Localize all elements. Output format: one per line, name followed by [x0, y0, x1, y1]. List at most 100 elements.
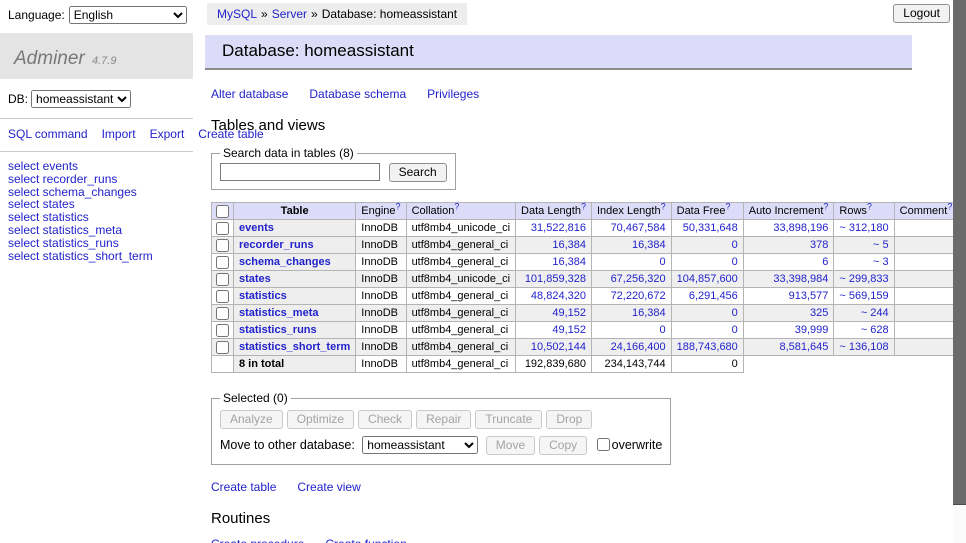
- select-statistics-meta-link[interactable]: select statistics_meta: [8, 224, 193, 237]
- statistics_runs-checkbox[interactable]: [216, 324, 229, 337]
- statistics-auto-increment-link[interactable]: 913,577: [789, 290, 829, 302]
- statistics_short_term-rows-link[interactable]: ~ 136,108: [839, 341, 888, 353]
- states-data-free-link[interactable]: 104,857,600: [677, 273, 738, 285]
- recorder_runs-table-link[interactable]: recorder_runs: [239, 239, 314, 251]
- events-index-length-link[interactable]: 70,467,584: [611, 222, 666, 234]
- statistics_meta-auto-increment-link[interactable]: 325: [810, 307, 828, 319]
- recorder_runs-auto-increment-link[interactable]: 378: [810, 239, 828, 251]
- select-all-checkbox[interactable]: [216, 205, 229, 218]
- search-input[interactable]: [220, 163, 380, 181]
- schema_changes-index-length-link[interactable]: 0: [660, 256, 666, 268]
- recorder_runs-rows-link[interactable]: ~ 5: [873, 239, 889, 251]
- statistics_meta-checkbox[interactable]: [216, 307, 229, 320]
- schema_changes-table-link[interactable]: schema_changes: [239, 256, 331, 268]
- truncate-button[interactable]: Truncate: [475, 410, 542, 429]
- statistics-checkbox[interactable]: [216, 290, 229, 303]
- schema_changes-data-free-link[interactable]: 0: [732, 256, 738, 268]
- statistics_meta-index-length-link[interactable]: 16,384: [632, 307, 666, 319]
- analyze-button[interactable]: Analyze: [220, 410, 283, 429]
- database-schema-link[interactable]: Database schema: [309, 87, 406, 101]
- privileges-link[interactable]: Privileges: [427, 87, 479, 101]
- events-rows-link[interactable]: ~ 312,180: [839, 222, 888, 234]
- copy-button[interactable]: Copy: [539, 436, 587, 455]
- schema_changes-checkbox[interactable]: [216, 256, 229, 269]
- data-length-help-link[interactable]: ?: [581, 201, 586, 211]
- adminer-version[interactable]: 4.7.9: [92, 55, 116, 67]
- overwrite-checkbox[interactable]: [597, 438, 610, 451]
- states-checkbox[interactable]: [216, 273, 229, 286]
- create-procedure-link[interactable]: Create procedure: [211, 537, 304, 543]
- optimize-button[interactable]: Optimize: [287, 410, 354, 429]
- states-rows-link[interactable]: ~ 299,833: [839, 273, 888, 285]
- statistics_runs-rows-link[interactable]: ~ 628: [861, 324, 889, 336]
- create-function-link[interactable]: Create function: [325, 537, 406, 543]
- comment-help-link[interactable]: ?: [947, 201, 952, 211]
- vertical-scrollbar[interactable]: [953, 0, 966, 543]
- check-button[interactable]: Check: [358, 410, 412, 429]
- statistics-table-link[interactable]: statistics: [239, 290, 287, 302]
- schema_changes-auto-increment-link[interactable]: 6: [822, 256, 828, 268]
- events-checkbox[interactable]: [216, 222, 229, 235]
- events-table-link[interactable]: events: [239, 222, 274, 234]
- alter-database-link[interactable]: Alter database: [211, 87, 288, 101]
- statistics_runs-data-free-link[interactable]: 0: [732, 324, 738, 336]
- statistics_runs-index-length-link[interactable]: 0: [660, 324, 666, 336]
- statistics_runs-auto-increment-link[interactable]: 39,999: [795, 324, 829, 336]
- recorder_runs-checkbox[interactable]: [216, 239, 229, 252]
- schema_changes-rows-link[interactable]: ~ 3: [873, 256, 889, 268]
- statistics_meta-data-length-link[interactable]: 49,152: [552, 307, 586, 319]
- create-table-link[interactable]: Create table: [211, 480, 276, 494]
- recorder_runs-data-free-link[interactable]: 0: [732, 239, 738, 251]
- statistics_short_term-data-free-link[interactable]: 188,743,680: [677, 341, 738, 353]
- import-link[interactable]: Import: [102, 127, 136, 141]
- select-statistics-short-term-link[interactable]: select statistics_short_term: [8, 250, 193, 263]
- statistics_meta-table-link[interactable]: statistics_meta: [239, 307, 319, 319]
- statistics-rows-link[interactable]: ~ 569,159: [839, 290, 888, 302]
- repair-button[interactable]: Repair: [416, 410, 471, 429]
- move-button[interactable]: Move: [486, 436, 535, 455]
- statistics-data-length-link[interactable]: 48,824,320: [531, 290, 586, 302]
- events-auto-increment-link[interactable]: 33,898,196: [773, 222, 828, 234]
- rows-help-link[interactable]: ?: [867, 201, 872, 211]
- sql-command-link[interactable]: SQL command: [8, 127, 88, 141]
- collation-help-link[interactable]: ?: [454, 201, 459, 211]
- statistics_short_term-table-link[interactable]: statistics_short_term: [239, 341, 350, 353]
- statistics_meta-data-free-link[interactable]: 0: [732, 307, 738, 319]
- create-table-link[interactable]: Create table: [198, 127, 263, 141]
- data-free-help-link[interactable]: ?: [726, 201, 731, 211]
- statistics_short_term-auto-increment-link[interactable]: 8,581,645: [779, 341, 828, 353]
- recorder_runs-index-length-link[interactable]: 16,384: [632, 239, 666, 251]
- engine-help-link[interactable]: ?: [396, 201, 401, 211]
- states-data-length-link[interactable]: 101,859,328: [525, 273, 586, 285]
- statistics_short_term-index-length-link[interactable]: 24,166,400: [611, 341, 666, 353]
- states-index-length-link[interactable]: 67,256,320: [611, 273, 666, 285]
- create-view-link[interactable]: Create view: [297, 480, 360, 494]
- breadcrumb-link-mysql[interactable]: MySQL: [217, 7, 257, 21]
- recorder_runs-data-length-link[interactable]: 16,384: [552, 239, 586, 251]
- select-statistics-runs-link[interactable]: select statistics_runs: [8, 237, 193, 250]
- events-data-length-link[interactable]: 31,522,816: [531, 222, 586, 234]
- logout-button[interactable]: Logout: [893, 4, 950, 23]
- states-table-link[interactable]: states: [239, 273, 271, 285]
- statistics_meta-rows-link[interactable]: ~ 244: [861, 307, 889, 319]
- index-length-help-link[interactable]: ?: [661, 201, 666, 211]
- db-select[interactable]: homeassistant: [31, 90, 131, 108]
- select-recorder-runs-link[interactable]: select recorder_runs: [8, 173, 193, 186]
- statistics_runs-table-link[interactable]: statistics_runs: [239, 324, 317, 336]
- statistics-data-free-link[interactable]: 6,291,456: [689, 290, 738, 302]
- export-link[interactable]: Export: [150, 127, 185, 141]
- breadcrumb-link-server[interactable]: Server: [272, 7, 307, 21]
- select-events-link[interactable]: select events: [8, 160, 193, 173]
- drop-button[interactable]: Drop: [546, 410, 592, 429]
- language-select[interactable]: English: [69, 6, 187, 24]
- move-db-select[interactable]: homeassistant: [362, 436, 478, 454]
- states-auto-increment-link[interactable]: 33,398,984: [773, 273, 828, 285]
- statistics-index-length-link[interactable]: 72,220,672: [611, 290, 666, 302]
- scrollbar-thumb[interactable]: [953, 0, 966, 505]
- statistics_runs-data-length-link[interactable]: 49,152: [552, 324, 586, 336]
- statistics_short_term-checkbox[interactable]: [216, 341, 229, 354]
- schema_changes-data-length-link[interactable]: 16,384: [552, 256, 586, 268]
- search-button[interactable]: Search: [389, 163, 447, 182]
- auto-increment-help-link[interactable]: ?: [823, 201, 828, 211]
- events-data-free-link[interactable]: 50,331,648: [683, 222, 738, 234]
